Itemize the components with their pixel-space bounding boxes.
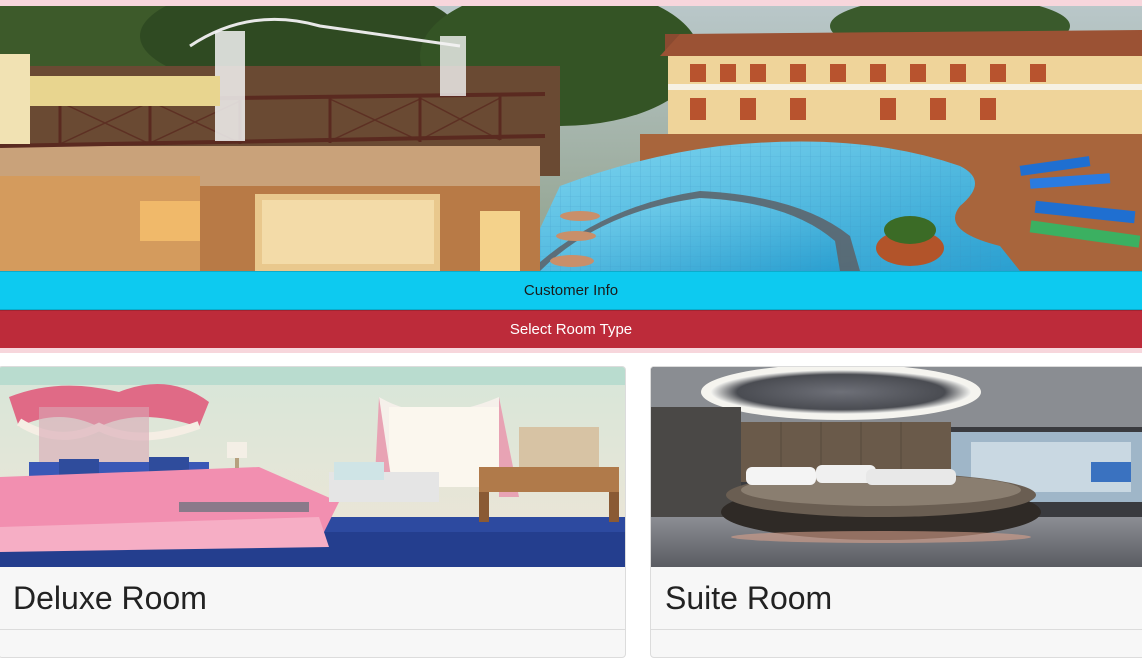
suite-room-image <box>651 367 1142 567</box>
deluxe-room-image <box>0 367 625 567</box>
customer-info-label: Customer Info <box>523 282 619 299</box>
suite-room-title: Suite Room <box>651 567 1142 630</box>
customer-info-bar[interactable]: Customer Info <box>0 271 1142 310</box>
room-card-deluxe[interactable]: Deluxe Room <box>0 366 626 658</box>
bottom-accent-strip <box>0 348 1142 353</box>
select-room-type-bar[interactable]: Select Room Type <box>0 310 1142 349</box>
room-card-suite[interactable]: Suite Room <box>650 366 1142 658</box>
select-room-type-label: Select Room Type <box>509 321 633 338</box>
deluxe-room-title: Deluxe Room <box>0 567 625 630</box>
hero-resort-image <box>0 6 1142 271</box>
